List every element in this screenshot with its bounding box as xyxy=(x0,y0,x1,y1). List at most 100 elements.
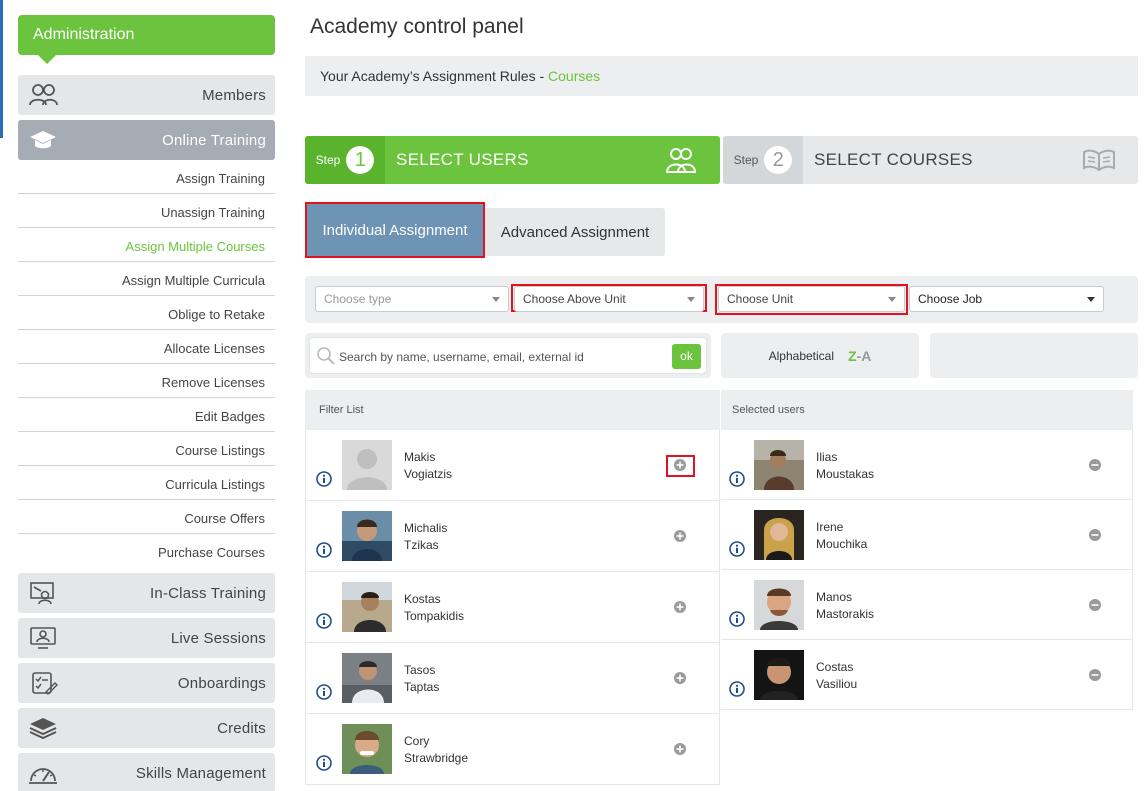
first-name: Ilias xyxy=(816,450,838,464)
submenu-oblige-to-retake[interactable]: Oblige to Retake xyxy=(18,296,275,330)
assignment-rules-breadcrumb: Your Academy’s Assignment Rules - Course… xyxy=(305,56,1138,96)
submenu-assign-multiple-curricula[interactable]: Assign Multiple Curricula xyxy=(18,262,275,296)
sidebar-item-credits[interactable]: Credits xyxy=(18,708,275,748)
sort-label: Alphabetical xyxy=(768,348,835,363)
user-name: Michalis Tzikas xyxy=(404,520,447,554)
credits-stack-icon xyxy=(29,718,57,740)
search-input[interactable]: Search by name, username, email, externa… xyxy=(309,337,707,374)
gauge-icon xyxy=(29,768,57,784)
info-icon[interactable] xyxy=(316,542,332,558)
rules-prefix: Your Academy’s Assignment Rules - xyxy=(320,68,549,84)
sidebar-item-live-sessions[interactable]: Live Sessions xyxy=(18,618,275,658)
add-user-icon[interactable] xyxy=(673,529,687,543)
choose-above-unit-select[interactable]: Choose Above Unit xyxy=(514,286,704,312)
info-icon[interactable] xyxy=(729,611,745,627)
last-name: Taptas xyxy=(404,680,440,694)
sort-z: Z xyxy=(848,347,857,364)
info-icon[interactable] xyxy=(316,684,332,700)
submenu-purchase-courses[interactable]: Purchase Courses xyxy=(18,534,275,568)
step-number: Step 2 xyxy=(723,136,803,184)
info-icon[interactable] xyxy=(316,471,332,487)
info-icon[interactable] xyxy=(729,471,745,487)
select-value: Choose type xyxy=(324,292,392,306)
info-icon[interactable] xyxy=(316,755,332,771)
submenu-assign-training[interactable]: Assign Training xyxy=(18,160,275,194)
submenu-course-listings[interactable]: Course Listings xyxy=(18,432,275,466)
submenu-edit-badges[interactable]: Edit Badges xyxy=(18,398,275,432)
tab-advanced-assignment[interactable]: Advanced Assignment xyxy=(485,208,665,256)
sort-a: A xyxy=(861,347,872,364)
sidebar-item-in-class-training[interactable]: In-Class Training xyxy=(18,573,275,613)
sidebar-item-label: Members xyxy=(202,86,266,104)
list-item: Cory Strawbridge xyxy=(306,714,719,785)
submenu-course-offers[interactable]: Course Offers xyxy=(18,500,275,534)
first-name: Michalis xyxy=(404,521,448,535)
onboarding-icon xyxy=(32,672,58,695)
alphabetical-sort-toggle[interactable]: Alphabetical Z-A xyxy=(721,333,919,378)
step-word: Step xyxy=(733,153,759,167)
list-item: Tasos Taptas xyxy=(306,643,719,714)
avatar xyxy=(342,440,392,490)
submenu-curricula-listings[interactable]: Curricula Listings xyxy=(18,466,275,500)
user-name: Tasos Taptas xyxy=(404,662,439,696)
user-name: Irene Mouchika xyxy=(816,519,867,553)
avatar xyxy=(342,511,392,561)
step-select-courses[interactable]: Step 2 SELECT COURSES xyxy=(723,136,1138,184)
sidebar-item-onboardings[interactable]: Onboardings xyxy=(18,663,275,703)
chevron-down-icon xyxy=(687,297,695,302)
list-item: Manos Mastorakis xyxy=(721,570,1132,640)
window-edge-strip xyxy=(0,0,3,138)
list-item: Kostas Tompakidis xyxy=(306,572,719,643)
list-item: Irene Mouchika xyxy=(721,500,1132,570)
selected-user-list: Ilias Moustakas Irene Mouchika Manos Mastor… xyxy=(721,430,1133,710)
submenu-remove-licenses[interactable]: Remove Licenses xyxy=(18,364,275,398)
info-icon[interactable] xyxy=(729,681,745,697)
first-name: Kostas xyxy=(404,592,441,606)
sidebar-item-members[interactable]: Members xyxy=(18,75,275,115)
choose-job-select[interactable]: Choose Job xyxy=(909,286,1104,312)
add-user-icon[interactable] xyxy=(673,458,687,472)
last-name: Vasiliou xyxy=(816,677,858,691)
classroom-icon xyxy=(30,582,54,605)
choose-type-select[interactable]: Choose type xyxy=(315,286,509,312)
last-name: Strawbridge xyxy=(404,751,469,765)
last-name: Vogiatzis xyxy=(404,467,453,481)
step-number: Step 1 xyxy=(305,136,385,184)
chevron-down-icon xyxy=(888,297,896,302)
user-name: Manos Mastorakis xyxy=(816,589,874,623)
user-name: Ilias Moustakas xyxy=(816,449,874,483)
step-label: SELECT USERS xyxy=(396,150,529,169)
selected-users-header: Selected users xyxy=(721,390,1133,430)
submenu-assign-multiple-courses[interactable]: Assign Multiple Courses xyxy=(18,228,275,262)
sidebar-item-online-training[interactable]: Online Training xyxy=(18,120,275,160)
last-name: Moustakas xyxy=(816,467,875,481)
tab-individual-assignment[interactable]: Individual Assignment xyxy=(305,202,485,258)
step-select-users[interactable]: Step 1 SELECT USERS xyxy=(305,136,720,184)
remove-user-icon[interactable] xyxy=(1088,668,1102,682)
first-name: Costas xyxy=(816,660,854,674)
add-user-icon[interactable] xyxy=(673,600,687,614)
search-ok-button[interactable]: ok xyxy=(672,344,701,369)
step-word: Step xyxy=(315,153,341,167)
info-icon[interactable] xyxy=(316,613,332,629)
remove-user-icon[interactable] xyxy=(1088,458,1102,472)
sidebar: Administration Members Online Training A… xyxy=(18,15,275,791)
submenu-allocate-licenses[interactable]: Allocate Licenses xyxy=(18,330,275,364)
filter-list-header: Filter List xyxy=(305,390,720,430)
add-user-icon[interactable] xyxy=(673,742,687,756)
info-icon[interactable] xyxy=(729,541,745,557)
submenu-unassign-training[interactable]: Unassign Training xyxy=(18,194,275,228)
sidebar-item-skills-management[interactable]: Skills Management xyxy=(18,753,275,791)
search-placeholder: Search by name, username, email, externa… xyxy=(339,350,584,364)
filter-user-list: Makis Vogiatzis Michalis Tzikas Kostas Tomp… xyxy=(305,430,720,785)
remove-user-icon[interactable] xyxy=(1088,528,1102,542)
list-item: Makis Vogiatzis xyxy=(306,430,719,501)
add-user-icon[interactable] xyxy=(673,671,687,685)
courses-link[interactable]: Courses xyxy=(548,68,600,84)
sidebar-item-label: In-Class Training xyxy=(150,584,266,602)
remove-user-icon[interactable] xyxy=(1088,598,1102,612)
user-name: Makis Vogiatzis xyxy=(404,449,452,483)
first-name: Manos xyxy=(816,590,853,604)
choose-unit-select[interactable]: Choose Unit xyxy=(718,286,905,312)
sidebar-item-label: Credits xyxy=(217,719,266,737)
